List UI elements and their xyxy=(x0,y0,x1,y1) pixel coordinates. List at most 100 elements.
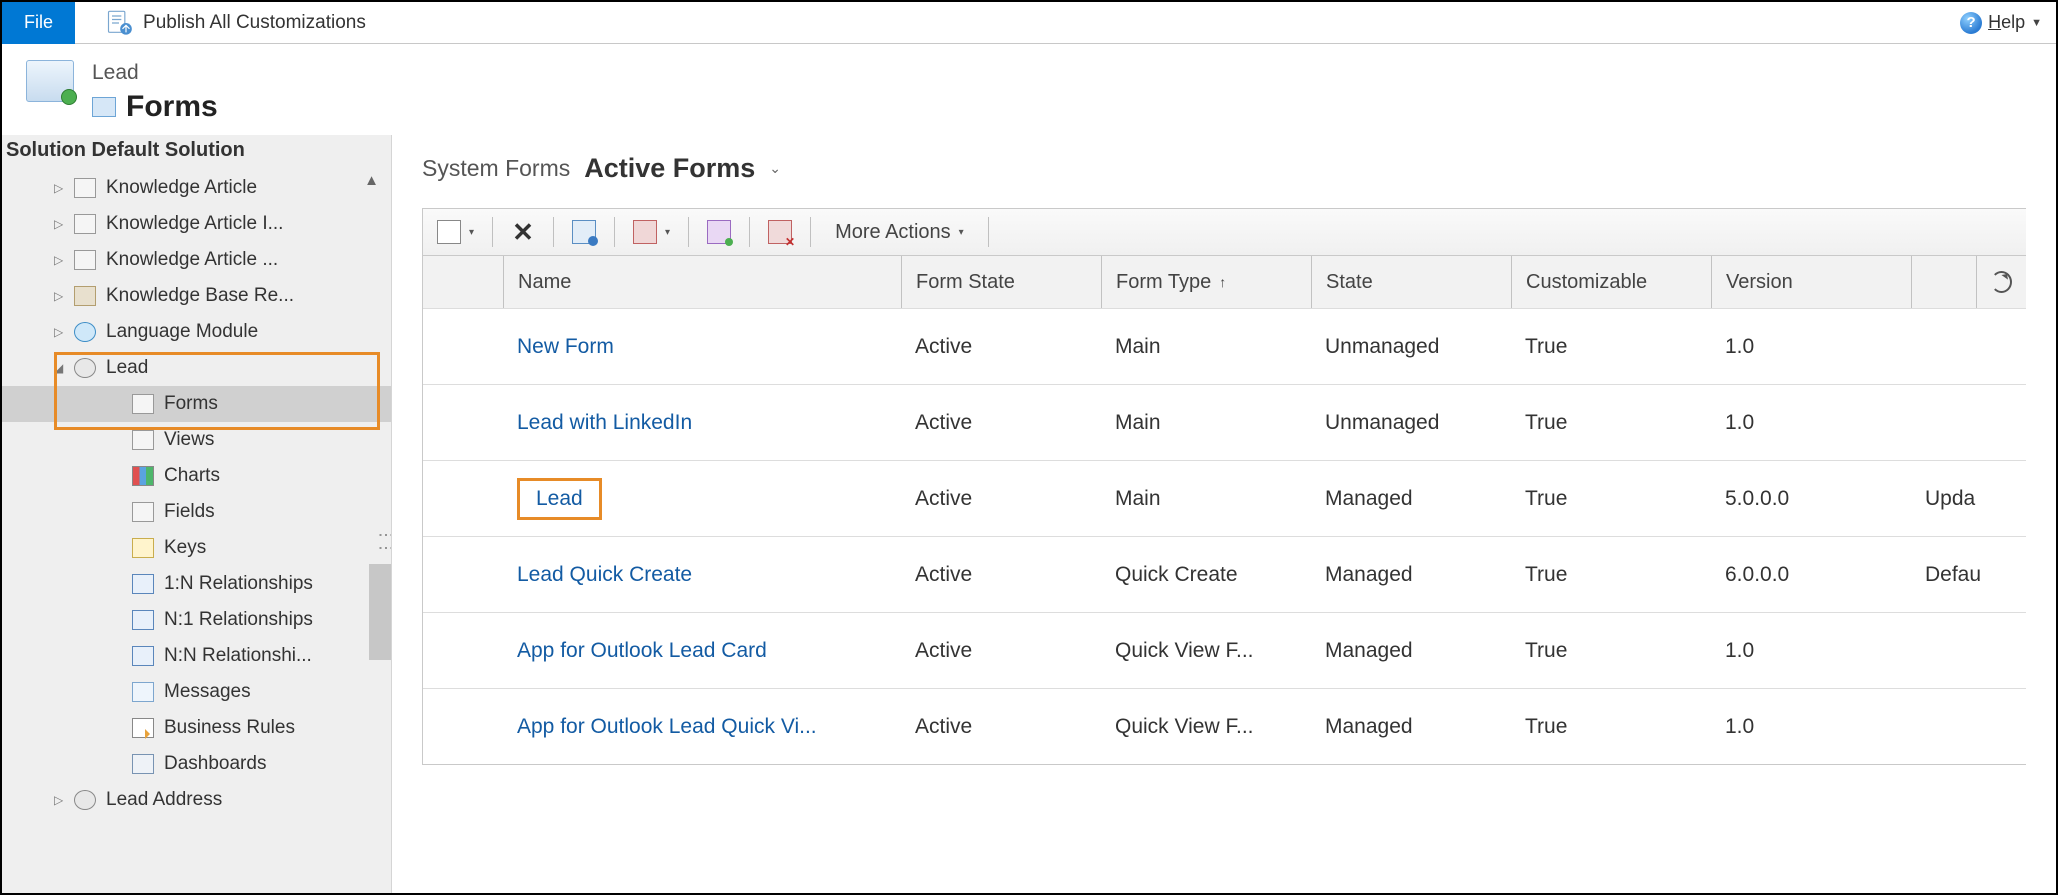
col-form-state[interactable]: Form State xyxy=(901,256,1101,308)
file-menu-button[interactable]: File xyxy=(2,2,75,44)
publish-all-button[interactable]: Publish All Customizations xyxy=(97,9,374,37)
cell-state: Managed xyxy=(1311,639,1511,663)
scrollbar-thumb[interactable] xyxy=(369,564,391,660)
activate-icon xyxy=(707,220,731,244)
tree-node-label: Language Module xyxy=(106,321,258,343)
tree-node-messages[interactable]: Messages xyxy=(2,674,391,710)
grid-row[interactable]: Lead with LinkedInActiveMainUnmanagedTru… xyxy=(423,384,2026,460)
tree-node[interactable]: ▷Knowledge Article ... xyxy=(2,242,391,278)
tree-node[interactable]: ▷ Language Module xyxy=(2,314,391,350)
separator xyxy=(614,217,615,247)
tree-node-label: Knowledge Base Re... xyxy=(106,285,294,307)
new-icon xyxy=(437,220,461,244)
tree-node-charts[interactable]: Charts xyxy=(2,458,391,494)
entity-icon xyxy=(74,214,96,234)
tree-node-label: Business Rules xyxy=(164,717,295,739)
tree-node-label: Fields xyxy=(164,501,215,523)
expand-icon[interactable]: ▷ xyxy=(54,181,66,195)
entity-icon xyxy=(74,250,96,270)
tree-node-1-n-relationships[interactable]: 1:N Relationships xyxy=(2,566,391,602)
grid-row[interactable]: New FormActiveMainUnmanagedTrue1.0 xyxy=(423,308,2026,384)
cell-customizable: True xyxy=(1511,563,1711,587)
grid-row[interactable]: LeadActiveMainManagedTrue5.0.0.0Upda xyxy=(423,460,2026,536)
grid-row[interactable]: Lead Quick CreateActiveQuick CreateManag… xyxy=(423,536,2026,612)
node-icon xyxy=(132,430,154,450)
tree-node-n-n-relationshi-[interactable]: N:N Relationshi... xyxy=(2,638,391,674)
order-icon xyxy=(768,220,792,244)
form-link[interactable]: Lead with LinkedIn xyxy=(517,411,692,434)
splitter-handle[interactable]: ⋮⋮ xyxy=(376,527,391,553)
separator xyxy=(492,217,493,247)
chevron-down-icon: ▼ xyxy=(2031,17,2042,29)
cell-customizable: True xyxy=(1511,411,1711,435)
tree-node-dashboards[interactable]: Dashboards xyxy=(2,746,391,782)
grid-header-row: Name Form State Form Type ↑ State Custom… xyxy=(423,256,2026,308)
col-customizable[interactable]: Customizable xyxy=(1511,256,1711,308)
col-form-type[interactable]: Form Type ↑ xyxy=(1101,256,1311,308)
tree-node-label: Keys xyxy=(164,537,206,559)
expand-icon[interactable]: ▷ xyxy=(54,793,66,807)
form-order-button[interactable] xyxy=(762,216,798,248)
tree-node-n-1-relationships[interactable]: N:1 Relationships xyxy=(2,602,391,638)
cell-customizable: True xyxy=(1511,335,1711,359)
form-link[interactable]: Lead Quick Create xyxy=(517,563,692,586)
solution-explorer-sidebar: Solution Default Solution ▲ ▷Knowledge A… xyxy=(2,135,392,893)
col-select-all[interactable] xyxy=(423,256,503,308)
cell-state: Managed xyxy=(1311,715,1511,739)
col-name[interactable]: Name xyxy=(503,256,901,308)
view-selector[interactable]: System Forms Active Forms ⌄ xyxy=(422,153,2056,184)
grid-row[interactable]: App for Outlook Lead CardActiveQuick Vie… xyxy=(423,612,2026,688)
chevron-down-icon: ▾ xyxy=(665,227,670,238)
cell-form-state: Active xyxy=(901,487,1101,511)
expand-icon[interactable]: ▷ xyxy=(54,325,66,339)
help-menu[interactable]: ? Help ▼ xyxy=(1960,12,2042,34)
expand-icon[interactable]: ▷ xyxy=(54,217,66,231)
chevron-down-icon: ⌄ xyxy=(769,160,781,177)
col-state[interactable]: State xyxy=(1311,256,1511,308)
view-category: System Forms xyxy=(422,155,570,182)
node-icon xyxy=(132,538,154,558)
scroll-up-icon[interactable]: ▲ xyxy=(364,172,379,189)
tree-node-lead-address[interactable]: ▷ Lead Address xyxy=(2,782,391,818)
cell-description: Defau xyxy=(1911,563,2026,587)
highlight-annotation: Lead xyxy=(517,478,602,520)
form-link[interactable]: App for Outlook Lead Quick Vi... xyxy=(517,715,817,738)
cell-name: Lead Quick Create xyxy=(503,563,901,587)
entity-icon xyxy=(74,322,96,342)
tree-node-business-rules[interactable]: Business Rules xyxy=(2,710,391,746)
refresh-icon xyxy=(1991,271,2012,293)
tree-node-label: 1:N Relationships xyxy=(164,573,313,595)
delete-button[interactable]: ✕ xyxy=(505,216,541,248)
help-icon: ? xyxy=(1960,12,1982,34)
cell-form-type: Quick View F... xyxy=(1101,639,1311,663)
col-form-type-label: Form Type xyxy=(1116,271,1211,294)
tree-node-fields[interactable]: Fields xyxy=(2,494,391,530)
save-as-button[interactable]: ▾ xyxy=(627,216,676,248)
separator xyxy=(688,217,689,247)
expand-icon[interactable]: ▷ xyxy=(54,253,66,267)
more-actions-button[interactable]: More Actions ▾ xyxy=(823,221,976,244)
form-link[interactable]: New Form xyxy=(517,335,614,358)
solution-label: Solution Default Solution xyxy=(2,135,391,166)
tree-node-keys[interactable]: Keys xyxy=(2,530,391,566)
tree-node[interactable]: ▷Knowledge Article I... xyxy=(2,206,391,242)
col-description[interactable] xyxy=(1911,256,1976,308)
cell-state: Unmanaged xyxy=(1311,335,1511,359)
form-link[interactable]: App for Outlook Lead Card xyxy=(517,639,767,662)
delete-icon: ✕ xyxy=(511,220,535,244)
assign-roles-button[interactable] xyxy=(566,216,602,248)
new-button[interactable]: ▾ xyxy=(431,216,480,248)
col-version[interactable]: Version xyxy=(1711,256,1911,308)
tree-node[interactable]: ▷Knowledge Article xyxy=(2,170,391,206)
copy-icon xyxy=(633,220,657,244)
refresh-button[interactable] xyxy=(1976,256,2026,308)
cell-form-type: Main xyxy=(1101,411,1311,435)
separator xyxy=(553,217,554,247)
node-icon xyxy=(132,718,154,738)
grid-row[interactable]: App for Outlook Lead Quick Vi...ActiveQu… xyxy=(423,688,2026,764)
view-name: Active Forms xyxy=(584,153,755,184)
activate-button[interactable] xyxy=(701,216,737,248)
expand-icon[interactable]: ▷ xyxy=(54,289,66,303)
form-link[interactable]: Lead xyxy=(536,487,583,510)
tree-node[interactable]: ▷ Knowledge Base Re... xyxy=(2,278,391,314)
